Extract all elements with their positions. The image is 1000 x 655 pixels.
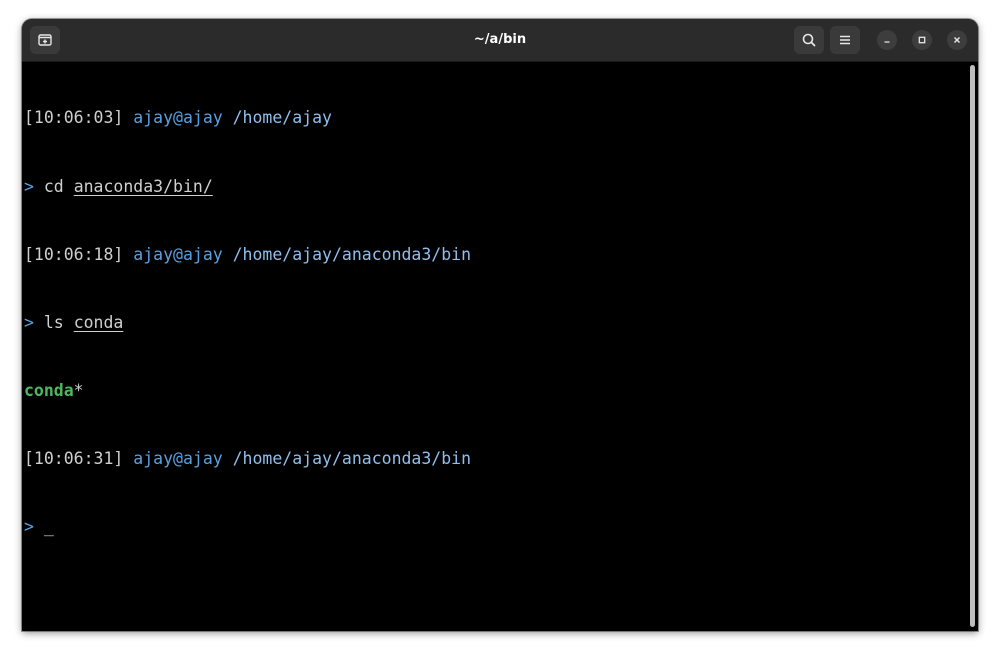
- terminal-window: ~/a/bin [10:06:03] ajay@ajay /home/ajay …: [22, 19, 978, 631]
- terminal-line: [10:06:31] ajay@ajay /home/ajay/anaconda…: [24, 448, 968, 471]
- close-button[interactable]: [947, 30, 967, 50]
- prompt-symbol: >: [24, 176, 34, 196]
- terminal-line: > cd anaconda3/bin/: [24, 176, 968, 199]
- user-host: ajay@ajay: [133, 448, 223, 468]
- search-button[interactable]: [794, 26, 824, 54]
- terminal-line: > _: [24, 516, 968, 539]
- timestamp: [10:06:18]: [24, 244, 124, 264]
- terminal-line: conda*: [24, 380, 968, 403]
- timestamp: [10:06:03]: [24, 108, 124, 128]
- terminal-line: [10:06:03] ajay@ajay /home/ajay: [24, 107, 968, 130]
- minimize-button[interactable]: [877, 30, 897, 50]
- user-host: ajay@ajay: [133, 244, 223, 264]
- terminal-line: > ls conda: [24, 312, 968, 335]
- executable-marker: *: [73, 380, 84, 400]
- text-cursor[interactable]: _: [44, 517, 54, 536]
- command-argument: conda: [73, 312, 124, 332]
- timestamp: [10:06:31]: [24, 448, 124, 468]
- prompt-symbol: >: [24, 312, 34, 332]
- menu-button[interactable]: [830, 26, 860, 54]
- terminal-output[interactable]: [10:06:03] ajay@ajay /home/ajay > cd ana…: [22, 62, 968, 631]
- terminal-line: [10:06:18] ajay@ajay /home/ajay/anaconda…: [24, 244, 968, 267]
- title-bar: ~/a/bin: [22, 19, 978, 62]
- search-icon: [802, 33, 816, 47]
- minimize-icon: [884, 41, 890, 43]
- command-argument: anaconda3/bin/: [73, 176, 213, 196]
- command: cd: [43, 176, 64, 196]
- hamburger-menu-icon: [840, 35, 850, 45]
- current-path: /home/ajay/anaconda3/bin: [232, 244, 472, 264]
- prompt-symbol: >: [24, 516, 34, 536]
- command: ls: [43, 312, 64, 332]
- user-host: ajay@ajay: [133, 108, 223, 128]
- executable-name: conda: [24, 380, 74, 400]
- close-icon: [954, 37, 960, 43]
- maximize-button[interactable]: [912, 30, 932, 50]
- current-path: /home/ajay: [232, 108, 332, 128]
- current-path: /home/ajay/anaconda3/bin: [232, 448, 472, 468]
- maximize-icon: [918, 36, 926, 44]
- scrollbar[interactable]: [970, 65, 975, 627]
